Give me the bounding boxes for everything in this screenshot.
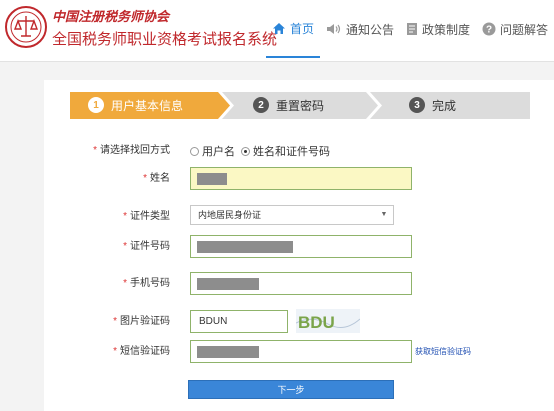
id-number-input[interactable] (190, 235, 412, 258)
redacted-value (197, 173, 227, 185)
header-bar: 中国注册税务师协会 全国税务师职业资格考试报名系统 首页 通知公告 政策制度 ?… (0, 0, 554, 62)
step-number: 2 (253, 97, 269, 113)
name-label: * 姓名 (143, 173, 170, 184)
radio-username[interactable] (190, 146, 199, 156)
id-type-row: * 证件类型 内地居民身份证 ▼ (0, 205, 554, 229)
captcha-value: BDUN (199, 316, 228, 327)
step-2: 2 重置密码 (253, 92, 324, 118)
id-type-label: * 证件类型 (123, 211, 170, 222)
sms-code-input[interactable] (190, 340, 412, 363)
document-icon (406, 23, 417, 35)
association-seal-logo (5, 6, 47, 48)
recovery-method-row: * 请选择找回方式 用户名 姓名和证件号码 (0, 139, 554, 163)
association-name-calligraphy: 中国注册税务师协会 (52, 10, 170, 25)
step-label: 重置密码 (276, 98, 325, 113)
sms-code-label: * 短信验证码 (113, 346, 170, 357)
id-type-value: 内地居民身份证 (198, 210, 262, 220)
captcha-input[interactable]: BDUN (190, 310, 288, 333)
nav-item-policy[interactable]: 政策制度 (400, 0, 476, 58)
step-number: 1 (88, 97, 104, 113)
name-row: * 姓名 (0, 167, 554, 191)
captcha-image[interactable]: BDU (295, 309, 361, 333)
nav-item-notices[interactable]: 通知公告 (320, 0, 400, 58)
name-input[interactable] (190, 167, 412, 190)
phone-row: * 手机号码 (0, 272, 554, 296)
next-button[interactable]: 下一步 (188, 380, 394, 399)
id-type-select[interactable]: 内地居民身份证 ▼ (190, 205, 394, 225)
radio-name-id[interactable] (241, 146, 250, 156)
step-3: 3 完成 (409, 92, 456, 118)
nav-item-label: 问题解答 (499, 22, 548, 37)
system-title: 全国税务师职业资格考试报名系统 (52, 31, 278, 48)
step-label: 用户基本信息 (111, 98, 184, 113)
nav-item-faq[interactable]: ? 问题解答 (476, 0, 554, 58)
top-nav: 首页 通知公告 政策制度 ? 问题解答 (265, 0, 554, 62)
recovery-method-options: 用户名 姓名和证件号码 (190, 143, 330, 159)
step-1: 1 用户基本信息 (88, 92, 183, 118)
step-number: 3 (409, 97, 425, 113)
radio-name-id-label[interactable]: 姓名和证件号码 (253, 143, 330, 159)
step-label: 完成 (432, 98, 457, 113)
nav-item-home[interactable]: 首页 (265, 0, 320, 58)
phone-label: * 手机号码 (123, 278, 170, 289)
captcha-graphic: BDU (295, 309, 361, 333)
captcha-image-text: BDU (298, 313, 335, 332)
nav-item-label: 首页 (289, 21, 314, 36)
svg-text:?: ? (486, 25, 492, 36)
id-number-row: * 证件号码 (0, 235, 554, 259)
chevron-down-icon[interactable]: ▼ (375, 206, 393, 224)
get-sms-code-link[interactable]: 获取短信验证码 (415, 346, 471, 357)
nav-item-label: 通知公告 (345, 22, 394, 37)
home-icon (272, 22, 285, 34)
redacted-value (197, 278, 259, 290)
question-icon: ? (482, 22, 496, 36)
nav-item-label: 政策制度 (421, 22, 470, 37)
radio-username-label[interactable]: 用户名 (202, 143, 235, 159)
captcha-label: * 图片验证码 (113, 316, 170, 327)
redacted-value (197, 346, 259, 358)
recovery-method-label: * 请选择找回方式 (93, 145, 170, 156)
captcha-row: * 图片验证码 BDUN (0, 310, 554, 334)
redacted-value (197, 241, 293, 253)
id-number-label: * 证件号码 (123, 241, 170, 252)
phone-input[interactable] (190, 272, 412, 295)
speaker-icon (326, 24, 341, 34)
